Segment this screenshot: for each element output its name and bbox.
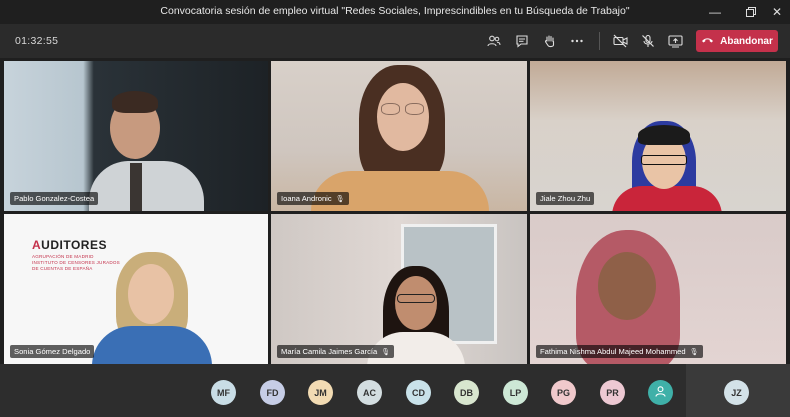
person-icon (654, 385, 667, 400)
close-icon[interactable]: ✕ (762, 0, 790, 24)
mic-off-icon: 🎙︎ (335, 195, 345, 203)
leave-button[interactable]: Abandonar (696, 30, 778, 52)
toolbar-divider (599, 32, 600, 50)
participant-name-tag: Pablo Gonzalez-Costea (10, 192, 99, 205)
participant-name-tag: Jiale Zhou Zhu (536, 192, 595, 205)
participant-avatar[interactable] (648, 380, 673, 405)
participants-icon[interactable] (486, 33, 502, 49)
more-icon[interactable] (569, 33, 585, 49)
title-bar: Convocatoria sesión de empleo virtual "R… (0, 0, 790, 24)
minimize-icon[interactable]: — (700, 0, 730, 24)
meeting-timer: 01:32:55 (15, 35, 59, 47)
video-tile[interactable]: Fathima Nishma Abdul Majeed Mohammed 🎙︎ (530, 214, 786, 364)
participant-name-tag: Sonia Gómez Delgado (10, 345, 95, 358)
participant-name-tag: Fathima Nishma Abdul Majeed Mohammed 🎙︎ (536, 345, 703, 358)
mic-off-icon: 🎙︎ (689, 348, 699, 356)
participant-avatar[interactable]: LP (503, 380, 528, 405)
share-screen-icon[interactable] (667, 33, 683, 49)
video-tile[interactable]: María Camila Jaimes García 🎙︎ (271, 214, 527, 364)
meeting-toolbar: 01:32:55 Abandonar (0, 24, 790, 58)
mic-off-icon: 🎙︎ (381, 348, 391, 356)
participant-avatar[interactable]: AC (357, 380, 382, 405)
video-grid: Pablo Gonzalez-Costea Ioana Andronic 🎙︎ … (0, 58, 790, 364)
chat-icon[interactable] (514, 33, 530, 49)
participant-name-tag: Ioana Andronic 🎙︎ (277, 192, 349, 205)
participant-avatar[interactable]: JZ (724, 380, 749, 405)
video-tile[interactable]: Pablo Gonzalez-Costea (4, 61, 268, 211)
raise-hand-icon[interactable] (542, 33, 558, 49)
leave-button-label: Abandonar (720, 35, 773, 47)
background-logo: AUDITORES AGRUPACIÓN DE MADRID INSTITUTO… (32, 238, 120, 271)
participant-roster: MF FD JM AC CD DB LP PG PR JZ (0, 364, 790, 417)
video-tile[interactable]: AUDITORES AGRUPACIÓN DE MADRID INSTITUTO… (4, 214, 268, 364)
participant-avatar[interactable]: MF (211, 380, 236, 405)
participant-avatar[interactable]: JM (308, 380, 333, 405)
participant-avatar[interactable]: FD (260, 380, 285, 405)
participant-avatar[interactable]: PR (600, 380, 625, 405)
participant-avatar[interactable]: CD (406, 380, 431, 405)
window-title: Convocatoria sesión de empleo virtual "R… (160, 5, 630, 17)
video-tile[interactable]: Ioana Andronic 🎙︎ (271, 61, 527, 211)
hang-up-icon (701, 36, 714, 47)
participant-name-tag: María Camila Jaimes García 🎙︎ (277, 345, 395, 358)
mic-off-icon[interactable] (640, 33, 656, 49)
participant-avatar[interactable]: PG (551, 380, 576, 405)
participant-avatar[interactable]: DB (454, 380, 479, 405)
video-tile[interactable]: Jiale Zhou Zhu (530, 61, 786, 211)
camera-off-icon[interactable] (612, 33, 628, 49)
